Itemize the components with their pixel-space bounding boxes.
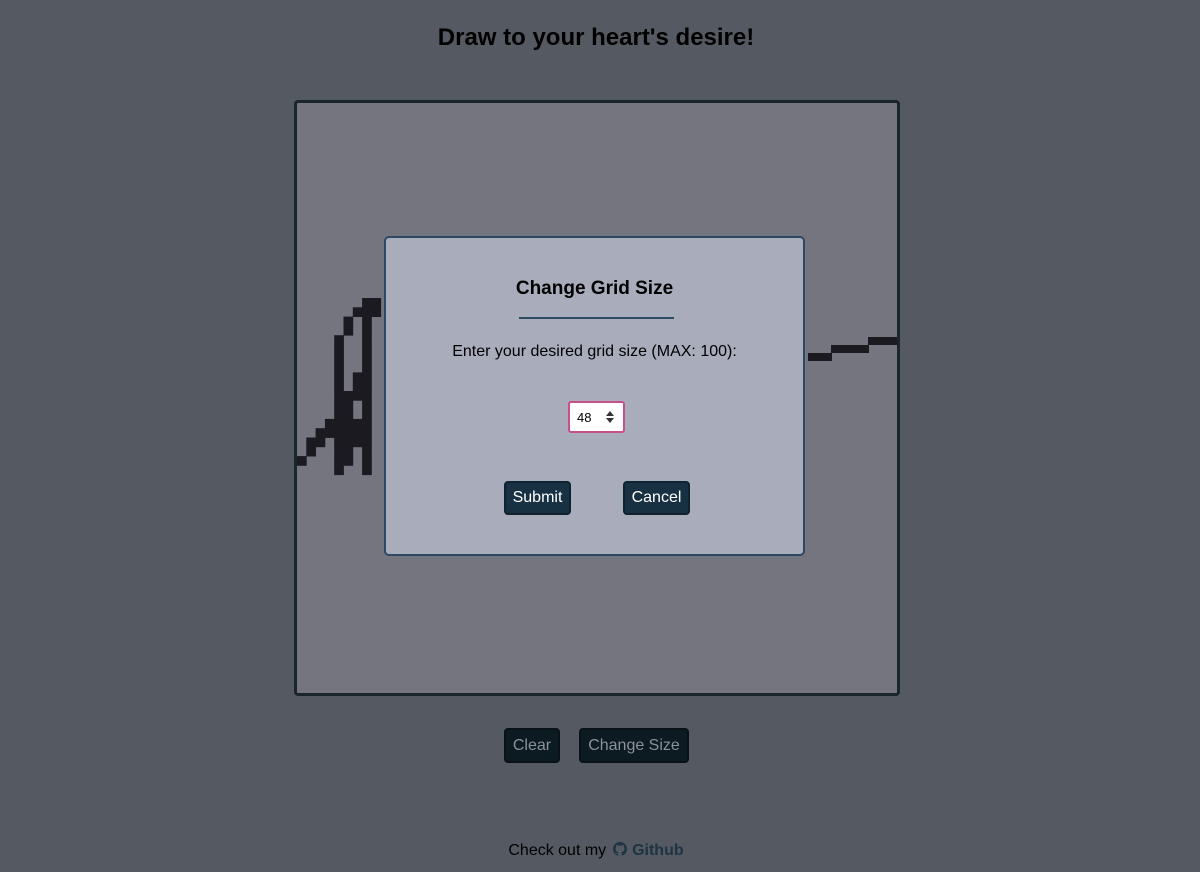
submit-button[interactable]: Submit (504, 481, 571, 515)
footer: Check out my Github (0, 841, 1192, 861)
change-size-button[interactable]: Change Size (579, 728, 689, 763)
title-divider (519, 317, 674, 319)
github-link[interactable]: Github (632, 842, 684, 859)
cancel-button[interactable]: Cancel (623, 481, 690, 515)
change-grid-size-dialog: Change Grid Size Enter your desired grid… (384, 236, 805, 556)
footer-text: Check out my (508, 842, 607, 859)
chevron-up-icon[interactable] (606, 411, 614, 416)
clear-button[interactable]: Clear (504, 728, 560, 763)
dialog-prompt: Enter your desired grid size (MAX: 100): (452, 343, 737, 360)
github-icon (612, 842, 627, 856)
grid-size-input[interactable] (573, 406, 607, 428)
stepper-arrows[interactable] (605, 409, 615, 425)
dialog-title: Change Grid Size (515, 278, 674, 299)
chevron-down-icon[interactable] (606, 418, 614, 423)
grid-size-stepper[interactable] (568, 401, 625, 433)
